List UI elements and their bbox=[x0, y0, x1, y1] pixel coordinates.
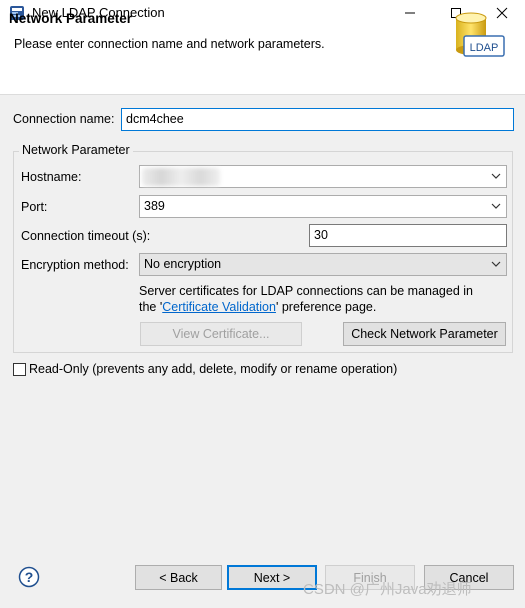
port-label: Port: bbox=[21, 200, 48, 214]
connection-timeout-input[interactable]: 30 bbox=[309, 224, 507, 247]
certificate-info-prefix: the ' bbox=[139, 300, 163, 314]
port-value: 389 bbox=[144, 199, 165, 213]
certificate-validation-link[interactable]: Certificate Validation bbox=[162, 300, 276, 314]
view-certificate-button[interactable]: View Certificate... bbox=[140, 322, 302, 346]
ldap-database-icon: LDAP bbox=[455, 12, 505, 57]
encryption-method-value: No encryption bbox=[144, 257, 222, 271]
connection-name-value: dcm4chee bbox=[126, 112, 184, 126]
network-parameter-group-label: Network Parameter bbox=[19, 143, 133, 157]
chevron-down-icon bbox=[491, 203, 501, 209]
redacted-hostname bbox=[142, 168, 220, 186]
chevron-down-icon bbox=[491, 261, 501, 267]
minimize-button[interactable] bbox=[387, 0, 433, 26]
chevron-down-icon bbox=[491, 173, 501, 179]
read-only-checkbox[interactable] bbox=[13, 363, 26, 376]
ldap-badge-text: LDAP bbox=[470, 42, 499, 54]
certificate-info-text: Server certificates for LDAP connections… bbox=[139, 284, 473, 298]
page-description: Please enter connection name and network… bbox=[14, 37, 325, 51]
help-icon[interactable]: ? bbox=[18, 566, 40, 588]
svg-text:?: ? bbox=[25, 569, 34, 585]
watermark-text: CSDN @广州Java劝退师 bbox=[303, 581, 472, 598]
connection-timeout-value: 30 bbox=[314, 228, 328, 242]
encryption-method-select[interactable]: No encryption bbox=[139, 253, 507, 276]
port-combo[interactable]: 389 bbox=[139, 195, 507, 218]
back-button[interactable]: < Back bbox=[135, 565, 222, 590]
check-network-parameter-button[interactable]: Check Network Parameter bbox=[343, 322, 506, 346]
certificate-info-suffix: ' preference page. bbox=[275, 300, 377, 314]
certificate-info-line2: the 'Certificate Validation' preference … bbox=[139, 300, 376, 314]
connection-timeout-label: Connection timeout (s): bbox=[21, 229, 151, 243]
page-title: Network Parameter bbox=[9, 11, 133, 26]
minimize-icon bbox=[405, 12, 415, 14]
connection-name-label: Connection name: bbox=[13, 112, 115, 126]
read-only-label: Read-Only (prevents any add, delete, mod… bbox=[29, 362, 398, 376]
encryption-method-label: Encryption method: bbox=[21, 258, 129, 272]
hostname-label: Hostname: bbox=[21, 170, 82, 184]
connection-name-input[interactable]: dcm4chee bbox=[121, 108, 514, 131]
